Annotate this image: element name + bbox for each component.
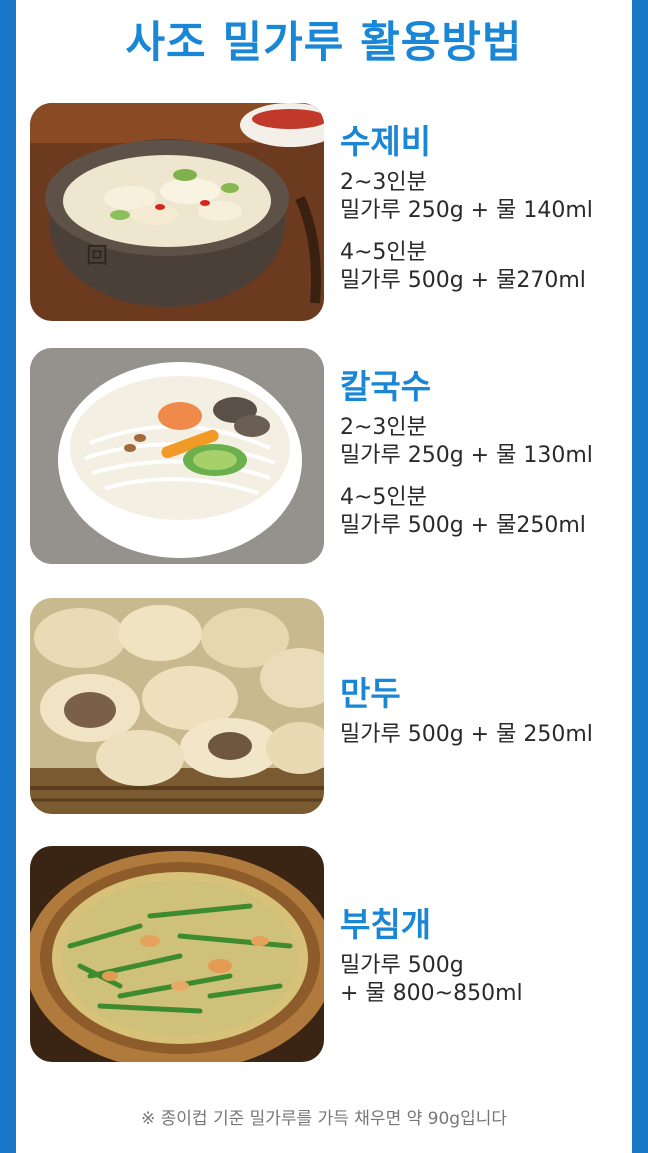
ratio-text: 밀가루 500g + 물 250ml bbox=[340, 722, 593, 747]
ratio-text: 밀가루 250g + 물 130ml bbox=[340, 443, 593, 468]
footnote: ※ 종이컵 기준 밀가루를 가득 채우면 약 90g입니다 bbox=[140, 1109, 507, 1129]
ratio-text: 밀가루 250g + 물 140ml bbox=[340, 198, 593, 223]
ratio-text: 밀가루 500g bbox=[340, 953, 464, 978]
kalguksu-photo bbox=[30, 348, 324, 564]
page-title: 사조 밀가루 활용방법 bbox=[125, 18, 523, 68]
ratio-text: 밀가루 500g + 물270ml bbox=[340, 268, 586, 293]
ratio-text: 밀가루 500g + 물250ml bbox=[340, 513, 586, 538]
kalguksu-info: 칼국수 2~3인분 밀가루 250g + 물 130ml 4~5인분 밀가루 5… bbox=[340, 360, 593, 540]
mandu-info: 만두 밀가루 500g + 물 250ml bbox=[340, 667, 593, 749]
dish-name: 수제비 bbox=[340, 122, 432, 161]
sujebi-info: 수제비 2~3인분 밀가루 250g + 물 140ml 4~5인분 밀가루 5… bbox=[340, 115, 593, 295]
dish-name: 부침개 bbox=[340, 905, 432, 944]
serving-label: 4~5인분 bbox=[340, 485, 427, 510]
svg-text:回: 回 bbox=[86, 244, 108, 269]
dish-name: 칼국수 bbox=[340, 367, 432, 406]
buchimgae-info: 부침개 밀가루 500g + 물 800~850ml bbox=[340, 898, 523, 1008]
left-border-bar bbox=[0, 0, 16, 1153]
mandu-photo bbox=[30, 598, 324, 814]
serving-label: 2~3인분 bbox=[340, 170, 427, 195]
right-border-bar bbox=[632, 0, 648, 1153]
ratio-text: + 물 800~850ml bbox=[340, 981, 523, 1006]
sujebi-photo: 回 bbox=[30, 103, 324, 321]
serving-label: 2~3인분 bbox=[340, 415, 427, 440]
dish-name: 만두 bbox=[340, 674, 401, 713]
buchimgae-photo bbox=[30, 846, 324, 1062]
serving-label: 4~5인분 bbox=[340, 240, 427, 265]
